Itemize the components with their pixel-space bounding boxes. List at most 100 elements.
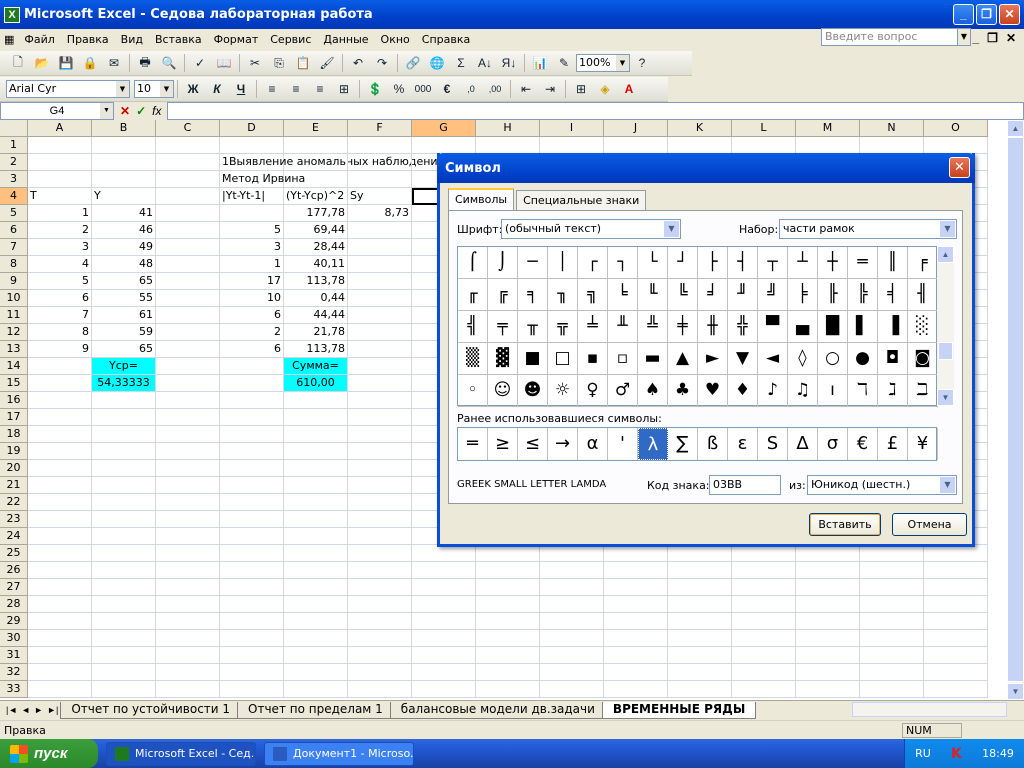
cell-C7[interactable] [156,239,220,256]
cell-G31[interactable] [412,647,476,664]
recent-symbol[interactable]: → [548,428,578,460]
cell-C9[interactable] [156,273,220,290]
chart-icon[interactable]: 📊 [529,52,551,74]
cell-E32[interactable] [284,664,348,681]
row-header[interactable]: 2 [0,154,28,171]
cell-A9[interactable]: 5 [28,273,92,290]
cell-A24[interactable] [28,528,92,545]
symbol-cell[interactable]: ▒ [458,343,488,375]
cell-O28[interactable] [924,596,988,613]
cell-F4[interactable]: Sy [348,188,412,205]
column-header[interactable]: L [732,120,796,137]
cell-D12[interactable]: 2 [220,324,284,341]
cell-B15[interactable]: 54,33333 [92,375,156,392]
cell-B32[interactable] [92,664,156,681]
symbol-cell[interactable]: ▪ [578,343,608,375]
task-word[interactable]: Документ1 - Microso... [264,741,414,766]
cancel-button[interactable]: Отмена [892,513,967,536]
decrease-indent-icon[interactable]: ⇤ [515,78,537,100]
symbol-cell[interactable]: ╦ [548,311,578,343]
cell-E24[interactable] [284,528,348,545]
cell-F18[interactable] [348,426,412,443]
symbol-cell[interactable]: ℷ [878,375,908,407]
symbol-cell[interactable]: ╛ [698,279,728,311]
cell-E21[interactable] [284,477,348,494]
symbol-cell[interactable]: ▌ [848,311,878,343]
drawing-icon[interactable]: ✎ [553,52,575,74]
cell-N29[interactable] [860,613,924,630]
cell-N33[interactable] [860,681,924,698]
cell-F17[interactable] [348,409,412,426]
column-header[interactable]: I [540,120,604,137]
symbol-cell[interactable]: ♀ [578,375,608,407]
dialog-close-button[interactable]: ✕ [949,157,970,178]
cell-O26[interactable] [924,562,988,579]
cell-E26[interactable] [284,562,348,579]
menu-item-7[interactable]: Окно [375,33,416,46]
symbol-cell[interactable]: ♣ [668,375,698,407]
cell-O27[interactable] [924,579,988,596]
symbol-cell[interactable]: ♫ [788,375,818,407]
copy-icon[interactable]: ⎘ [268,52,290,74]
cell-O1[interactable] [924,137,988,154]
row-header[interactable]: 24 [0,528,28,545]
cell-N1[interactable] [860,137,924,154]
symbol-cell[interactable]: ▄ [788,311,818,343]
font-color-icon[interactable]: A [618,78,640,100]
cell-C21[interactable] [156,477,220,494]
cell-L28[interactable] [732,596,796,613]
symbol-cell[interactable]: ● [848,343,878,375]
cell-A33[interactable] [28,681,92,698]
zoom-select[interactable]: 100% ▼ [576,54,630,72]
cell-H32[interactable] [476,664,540,681]
menu-item-0[interactable]: Файл [18,33,60,46]
symbol-cell[interactable]: ╣ [458,311,488,343]
cell-A13[interactable]: 9 [28,341,92,358]
cell-B6[interactable]: 46 [92,222,156,239]
row-header[interactable]: 5 [0,205,28,222]
cell-E11[interactable]: 44,44 [284,307,348,324]
cell-H25[interactable] [476,545,540,562]
cell-C25[interactable] [156,545,220,562]
column-header[interactable]: B [92,120,156,137]
recent-symbol[interactable]: λ [638,428,668,460]
symbol-cell[interactable]: └ [638,247,668,279]
cell-J1[interactable] [604,137,668,154]
cell-H33[interactable] [476,681,540,698]
cell-A16[interactable] [28,392,92,409]
symbol-cell[interactable]: ╜ [728,279,758,311]
symbol-cell[interactable]: ╝ [758,279,788,311]
symbol-cell[interactable]: □ [548,343,578,375]
column-header[interactable]: K [668,120,732,137]
symbol-cell[interactable]: ⌠ [458,247,488,279]
cell-D7[interactable]: 3 [220,239,284,256]
cell-M1[interactable] [796,137,860,154]
cell-B3[interactable] [92,171,156,188]
cell-B9[interactable]: 65 [92,273,156,290]
cell-F11[interactable] [348,307,412,324]
cell-L31[interactable] [732,647,796,664]
cell-N32[interactable] [860,664,924,681]
cell-C33[interactable] [156,681,220,698]
cell-C3[interactable] [156,171,220,188]
cell-D27[interactable] [220,579,284,596]
cell-E20[interactable] [284,460,348,477]
cell-F12[interactable] [348,324,412,341]
row-header[interactable]: 6 [0,222,28,239]
antivirus-icon[interactable]: K [951,746,962,762]
symbol-cell[interactable]: ☻ [518,375,548,407]
cell-D11[interactable]: 6 [220,307,284,324]
name-box[interactable]: G4 ▼ [0,102,114,120]
start-button[interactable]: пуск [0,739,98,768]
cell-F3[interactable] [348,171,412,188]
column-header[interactable]: N [860,120,924,137]
cell-D26[interactable] [220,562,284,579]
cell-E28[interactable] [284,596,348,613]
cell-J29[interactable] [604,613,668,630]
cell-D13[interactable]: 6 [220,341,284,358]
column-header[interactable]: J [604,120,668,137]
cell-B1[interactable] [92,137,156,154]
cell-J32[interactable] [604,664,668,681]
menu-item-8[interactable]: Справка [416,33,476,46]
cell-E30[interactable] [284,630,348,647]
